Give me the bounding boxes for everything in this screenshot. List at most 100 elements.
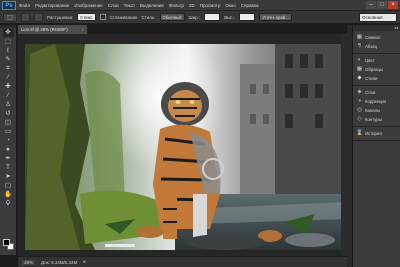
healing-brush-tool-button[interactable]: ✚ <box>3 83 14 91</box>
panel-label: Каналы <box>365 108 381 113</box>
crop-tool-button[interactable]: ⌗ <box>3 65 14 73</box>
history-brush-tool-icon: ↺ <box>5 110 11 117</box>
color-icon: ◐ <box>357 57 362 63</box>
zoom-tool-icon: ⚲ <box>5 200 11 207</box>
panel-groups: ▦ Символ ¶ Абзац ◐ Цвет ▦ Образцы ◆ Стили ◈ Слои ◑ Ко… <box>353 31 400 141</box>
dodge-tool-icon: ● <box>6 146 10 153</box>
window-controls: – □ × <box>366 1 398 9</box>
feather-label: Растушевка: <box>47 14 74 20</box>
width-label: Шир.: <box>188 14 201 20</box>
panel-label: Слои <box>365 90 376 95</box>
menu-image[interactable]: Изображение <box>74 3 102 8</box>
healing-brush-tool-icon: ✚ <box>5 83 11 90</box>
quick-select-tool-button[interactable]: ✎ <box>3 56 14 64</box>
path-select-tool-button[interactable]: ➤ <box>3 173 14 181</box>
clone-stamp-tool-button[interactable]: ♙ <box>3 101 14 109</box>
height-input[interactable] <box>239 13 256 21</box>
blur-tool-icon: ◔ <box>6 137 10 144</box>
channels-icon: ◎ <box>357 107 362 113</box>
menu-help[interactable]: Справка <box>241 3 259 8</box>
zoom-tool-button[interactable]: ⚲ <box>3 200 14 208</box>
panel-group: ⌛ История <box>353 127 400 141</box>
document-area <box>18 34 347 256</box>
antialias-checkbox[interactable] <box>99 14 106 20</box>
menu-type[interactable]: Текст <box>124 3 135 8</box>
document-tab[interactable]: Lion.tif @ 49% (RGB/8*) × <box>18 25 88 34</box>
close-window-button[interactable]: × <box>388 1 398 9</box>
history-brush-tool-button[interactable]: ↺ <box>3 110 14 118</box>
blur-tool-button[interactable]: ◔ <box>3 137 14 145</box>
eraser-tool-button[interactable]: ◫ <box>3 119 14 127</box>
panel-item-layers[interactable]: ◈ Слои <box>353 88 400 97</box>
paths-icon: ◇ <box>357 116 362 122</box>
pen-tool-button[interactable]: ✒ <box>3 155 14 163</box>
image-canvas[interactable] <box>25 44 347 250</box>
menu-file[interactable]: Файл <box>19 3 30 8</box>
gradient-tool-button[interactable]: ▭ <box>3 128 14 136</box>
marquee-tool-button[interactable]: ⬚ <box>3 38 14 46</box>
shape-tool-icon: ▢ <box>4 182 12 189</box>
panel-label: Образцы <box>365 67 384 72</box>
layers-icon: ◈ <box>357 89 362 95</box>
foreground-color-swatch[interactable] <box>3 239 10 246</box>
hand-tool-icon: ✋ <box>3 191 13 198</box>
new-selection-button[interactable] <box>21 12 30 22</box>
styles-icon: ◆ <box>357 75 362 81</box>
panel-item-styles[interactable]: ◆ Стили <box>353 74 400 83</box>
document-title: Lion.tif @ 49% (RGB/8*) <box>21 27 68 32</box>
panel-item-swatches[interactable]: ▦ Символ <box>353 33 400 42</box>
panel-label: Цвет <box>365 58 375 63</box>
eyedropper-tool-button[interactable]: ⁄ <box>3 74 14 82</box>
antialias-label: Сглаживание <box>109 14 138 20</box>
color-swatches[interactable] <box>3 239 15 251</box>
status-bar: 49% Док: 5,34M/5,34M ▸ <box>18 256 347 267</box>
menu-layers[interactable]: Слои <box>108 3 119 8</box>
swatches-icon: ▦ <box>356 34 363 40</box>
lasso-tool-icon: ℓ <box>6 47 10 54</box>
maximize-button[interactable]: □ <box>377 1 387 9</box>
panel-item-paragraph[interactable]: ¶ Абзац <box>353 42 400 51</box>
add-selection-button[interactable] <box>34 12 43 22</box>
dodge-tool-button[interactable]: ● <box>3 146 14 154</box>
brush-tool-button[interactable]: ∕ <box>3 92 14 100</box>
eraser-tool-icon: ◫ <box>4 119 12 126</box>
swatch-grid-icon: ▦ <box>356 66 363 72</box>
lasso-tool-button[interactable]: ℓ <box>3 47 14 55</box>
marquee-tool-icon: ⬚ <box>4 38 12 45</box>
toolbar-grip[interactable] <box>0 25 16 28</box>
style-select[interactable]: Обычный <box>159 13 185 21</box>
zoom-level[interactable]: 49% <box>22 259 36 265</box>
menu-view[interactable]: Просмотр <box>200 3 221 8</box>
width-input[interactable] <box>204 13 221 21</box>
panel-item-adjustments[interactable]: ◑ Коррекция <box>353 97 400 106</box>
panel-item-swatch-grid[interactable]: ▦ Образцы <box>353 65 400 74</box>
panel-label: Стили <box>365 76 378 81</box>
panel-item-color[interactable]: ◐ Цвет <box>353 56 400 65</box>
tool-preset-button[interactable]: ⬚ <box>3 12 17 22</box>
menu-window[interactable]: Окно <box>225 3 235 8</box>
menu-3d[interactable]: 3D <box>189 3 195 8</box>
type-tool-button[interactable]: T <box>3 164 14 172</box>
document-size-info: Док: 5,34M/5,34M <box>41 259 78 265</box>
panel-item-history[interactable]: ⌛ История <box>353 129 400 138</box>
shape-tool-button[interactable]: ▢ <box>3 182 14 190</box>
menu-edit[interactable]: Редактирование <box>35 3 69 8</box>
close-document-icon[interactable]: × <box>81 25 84 34</box>
options-bar: ⬚ Растушевка: 0 пикс Сглаживание Стиль: … <box>0 11 400 28</box>
panel-item-channels[interactable]: ◎ Каналы <box>353 106 400 115</box>
menu-select[interactable]: Выделение <box>140 3 164 8</box>
panel-item-paths[interactable]: ◇ Контуры <box>353 115 400 124</box>
height-label: Выс.: <box>224 14 236 20</box>
feather-input[interactable]: 0 пикс <box>77 13 96 21</box>
status-menu-arrow-icon[interactable]: ▸ <box>83 259 86 265</box>
refine-edge-button[interactable]: Уточн. край... <box>259 13 292 21</box>
collapsed-panels-dock: ◂◂ ▦ Символ ¶ Абзац ◐ Цвет ▦ Образцы ◆ Стили ◈ Слои… <box>353 25 400 267</box>
move-tool-button[interactable]: ✥ <box>2 29 14 37</box>
workspace-select[interactable]: Основная рабочая среда <box>359 13 397 28</box>
clone-stamp-tool-icon: ♙ <box>5 101 11 108</box>
history-icon: ⌛ <box>356 130 363 136</box>
menu-filter[interactable]: Фильтр <box>169 3 184 8</box>
minimize-button[interactable]: – <box>366 1 376 9</box>
hand-tool-button[interactable]: ✋ <box>3 191 14 199</box>
panel-group: ▦ Символ ¶ Абзац <box>353 31 400 54</box>
